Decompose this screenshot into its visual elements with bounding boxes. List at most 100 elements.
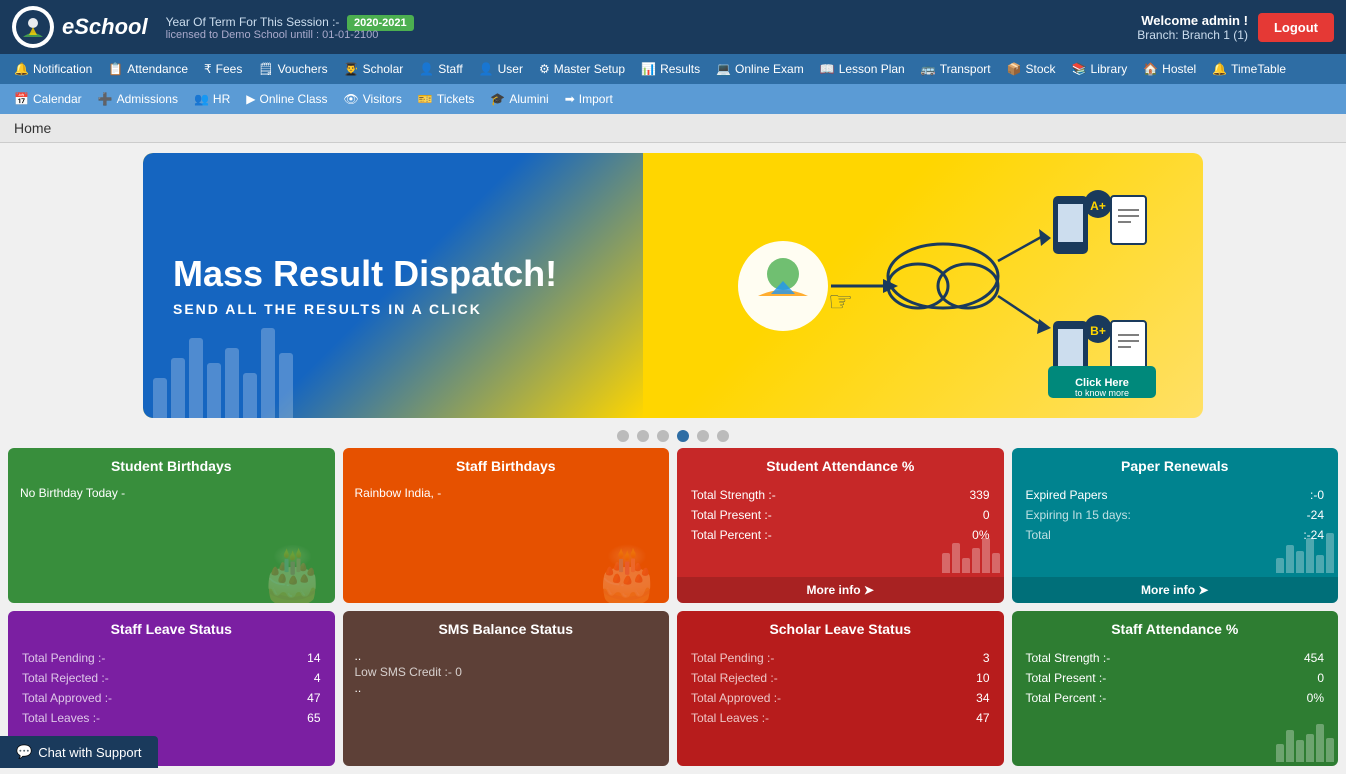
table-row: Total Leaves :- 65 <box>22 709 321 727</box>
nav-lesson-plan[interactable]: 📖 Lesson Plan <box>812 54 913 84</box>
nav-tickets[interactable]: 🎫 Tickets <box>410 84 483 114</box>
staff-birthday-icon: 🎂 <box>593 548 669 603</box>
nav-calendar[interactable]: 📅 Calendar <box>6 84 90 114</box>
staff-percent-label: Total Percent :- <box>1026 689 1266 707</box>
scholar-pending-label: Total Pending :- <box>691 649 949 667</box>
expiring-label: Expiring In 15 days: <box>1026 506 1274 524</box>
staff-birthdays-card: Staff Birthdays Rainbow India, - 🎂 <box>343 448 670 603</box>
scholar-approved-label: Total Approved :- <box>691 689 949 707</box>
table-row: Total Strength :- 339 <box>691 486 990 504</box>
breadcrumb-home: Home <box>14 120 51 136</box>
sms-line2: .. <box>355 681 658 695</box>
breadcrumb: Home <box>0 114 1346 143</box>
svg-text:A+: A+ <box>1090 199 1106 213</box>
nav-hostel[interactable]: 🏠 Hostel <box>1135 54 1204 84</box>
staff-leave-title: Staff Leave Status <box>8 611 335 643</box>
nav-vouchers[interactable]: 🗒 Vouchers <box>250 54 335 84</box>
nav-stock[interactable]: 📦 Stock <box>999 54 1064 84</box>
student-attendance-body: Total Strength :- 339 Total Present :- 0… <box>677 480 1004 577</box>
table-row: Total Pending :- 14 <box>22 649 321 667</box>
dot-1[interactable] <box>617 430 629 442</box>
staff-attendance-card: Staff Attendance % Total Strength :- 454… <box>1012 611 1339 766</box>
student-attendance-title: Student Attendance % <box>677 448 1004 480</box>
banner-left: Mass Result Dispatch! SEND ALL THE RESUL… <box>143 153 643 418</box>
nav-timetable[interactable]: 🔔 TimeTable <box>1204 54 1294 84</box>
nav-notification[interactable]: 🔔 Notification <box>6 54 100 84</box>
primary-nav: 🔔 Notification 📋 Attendance ₹ Fees 🗒 Vou… <box>0 54 1346 84</box>
staff-attendance-table: Total Strength :- 454 Total Present :- 0… <box>1024 647 1327 709</box>
scholar-rejected-label: Total Rejected :- <box>691 669 949 687</box>
licensed-text: licensed to Demo School untill : 01-01-2… <box>166 29 414 41</box>
nav-admissions[interactable]: ➕ Admissions <box>90 84 186 114</box>
student-attendance-more-info[interactable]: More info ➤ <box>677 577 1004 603</box>
nav-online-exam[interactable]: 💻 Online Exam <box>708 54 812 84</box>
scholar-leave-table: Total Pending :- 3 Total Rejected :- 10 … <box>689 647 992 729</box>
nav-alumini[interactable]: 🎓 Alumini <box>482 84 556 114</box>
dot-3[interactable] <box>657 430 669 442</box>
pending-label: Total Pending :- <box>22 649 280 667</box>
chat-support-button[interactable]: 💬 Chat with Support <box>0 736 158 768</box>
nav-scholar[interactable]: 👨‍🎓 Scholar <box>336 54 412 84</box>
logo-text: eSchool <box>62 14 148 40</box>
nav-transport[interactable]: 🚌 Transport <box>913 54 999 84</box>
birthday-icon: 🎂 <box>258 548 334 603</box>
strength-label: Total Strength :- <box>691 486 931 504</box>
banner-title: Mass Result Dispatch! <box>173 254 613 294</box>
branch-info: Branch: Branch 1 (1) <box>1137 28 1248 42</box>
table-row: Total Approved :- 47 <box>22 689 321 707</box>
nav-online-class[interactable]: ▶ Online Class <box>238 84 335 114</box>
logout-button[interactable]: Logout <box>1258 13 1334 42</box>
carousel-dots <box>0 424 1346 448</box>
logo-section: eSchool Year Of Term For This Session :-… <box>12 6 414 48</box>
leaves-value: 65 <box>282 709 320 727</box>
banner-section: Mass Result Dispatch! SEND ALL THE RESUL… <box>0 143 1346 424</box>
strength-value: 339 <box>933 486 990 504</box>
scholar-leaves-label: Total Leaves :- <box>691 709 949 727</box>
sms-low-label: Low SMS Credit :- 0 <box>355 665 658 679</box>
nav-results[interactable]: 📊 Results <box>633 54 708 84</box>
header: eSchool Year Of Term For This Session :-… <box>0 0 1346 54</box>
staff-strength-label: Total Strength :- <box>1026 649 1266 667</box>
pending-value: 14 <box>282 649 320 667</box>
dot-6[interactable] <box>717 430 729 442</box>
nav-user[interactable]: 👤 User <box>471 54 531 84</box>
session-label: Year Of Term For This Session :- <box>166 15 340 29</box>
scholar-leave-body: Total Pending :- 3 Total Rejected :- 10 … <box>677 643 1004 766</box>
logo-image <box>12 6 54 48</box>
nav-fees[interactable]: ₹ Fees <box>196 54 250 84</box>
nav-hr[interactable]: 👥 HR <box>186 84 238 114</box>
banner-graphic: A+ B+ Click Here to kno <box>653 166 1193 406</box>
banner-right: A+ B+ Click Here to kno <box>643 156 1203 416</box>
staff-attendance-chart <box>1276 712 1334 762</box>
paper-renewals-more-info[interactable]: More info ➤ <box>1012 577 1339 603</box>
dot-4[interactable] <box>677 430 689 442</box>
approved-value: 47 <box>282 689 320 707</box>
scholar-leave-card: Scholar Leave Status Total Pending :- 3 … <box>677 611 1004 766</box>
table-row: Total Rejected :- 4 <box>22 669 321 687</box>
staff-present-label: Total Present :- <box>1026 669 1266 687</box>
scholar-rejected-value: 10 <box>951 669 989 687</box>
nav-library[interactable]: 📚 Library <box>1064 54 1136 84</box>
paper-renewals-title: Paper Renewals <box>1012 448 1339 480</box>
staff-leave-table: Total Pending :- 14 Total Rejected :- 4 … <box>20 647 323 729</box>
nav-import[interactable]: ➡ Import <box>557 84 621 114</box>
expired-value: :-0 <box>1275 486 1324 504</box>
leaves-label: Total Leaves :- <box>22 709 280 727</box>
staff-present-value: 0 <box>1267 669 1324 687</box>
table-row: Total Leaves :- 47 <box>691 709 990 727</box>
session-info: Year Of Term For This Session :- 2020-20… <box>166 14 414 41</box>
approved-label: Total Approved :- <box>22 689 280 707</box>
nav-visitors[interactable]: 👁 Visitors <box>336 84 410 114</box>
nav-master-setup[interactable]: ⚙ Master Setup <box>531 54 633 84</box>
dot-5[interactable] <box>697 430 709 442</box>
dot-2[interactable] <box>637 430 649 442</box>
table-row: Expired Papers :-0 <box>1026 486 1325 504</box>
present-value: 0 <box>933 506 990 524</box>
nav-attendance[interactable]: 📋 Attendance <box>100 54 196 84</box>
sms-balance-body: .. Low SMS Credit :- 0 .. <box>343 643 670 766</box>
total-label: Total <box>1026 526 1274 544</box>
staff-attendance-title: Staff Attendance % <box>1012 611 1339 643</box>
nav-staff[interactable]: 👤 Staff <box>411 54 470 84</box>
paper-renewals-body: Expired Papers :-0 Expiring In 15 days: … <box>1012 480 1339 577</box>
table-row: Total Percent :- 0% <box>1026 689 1325 707</box>
